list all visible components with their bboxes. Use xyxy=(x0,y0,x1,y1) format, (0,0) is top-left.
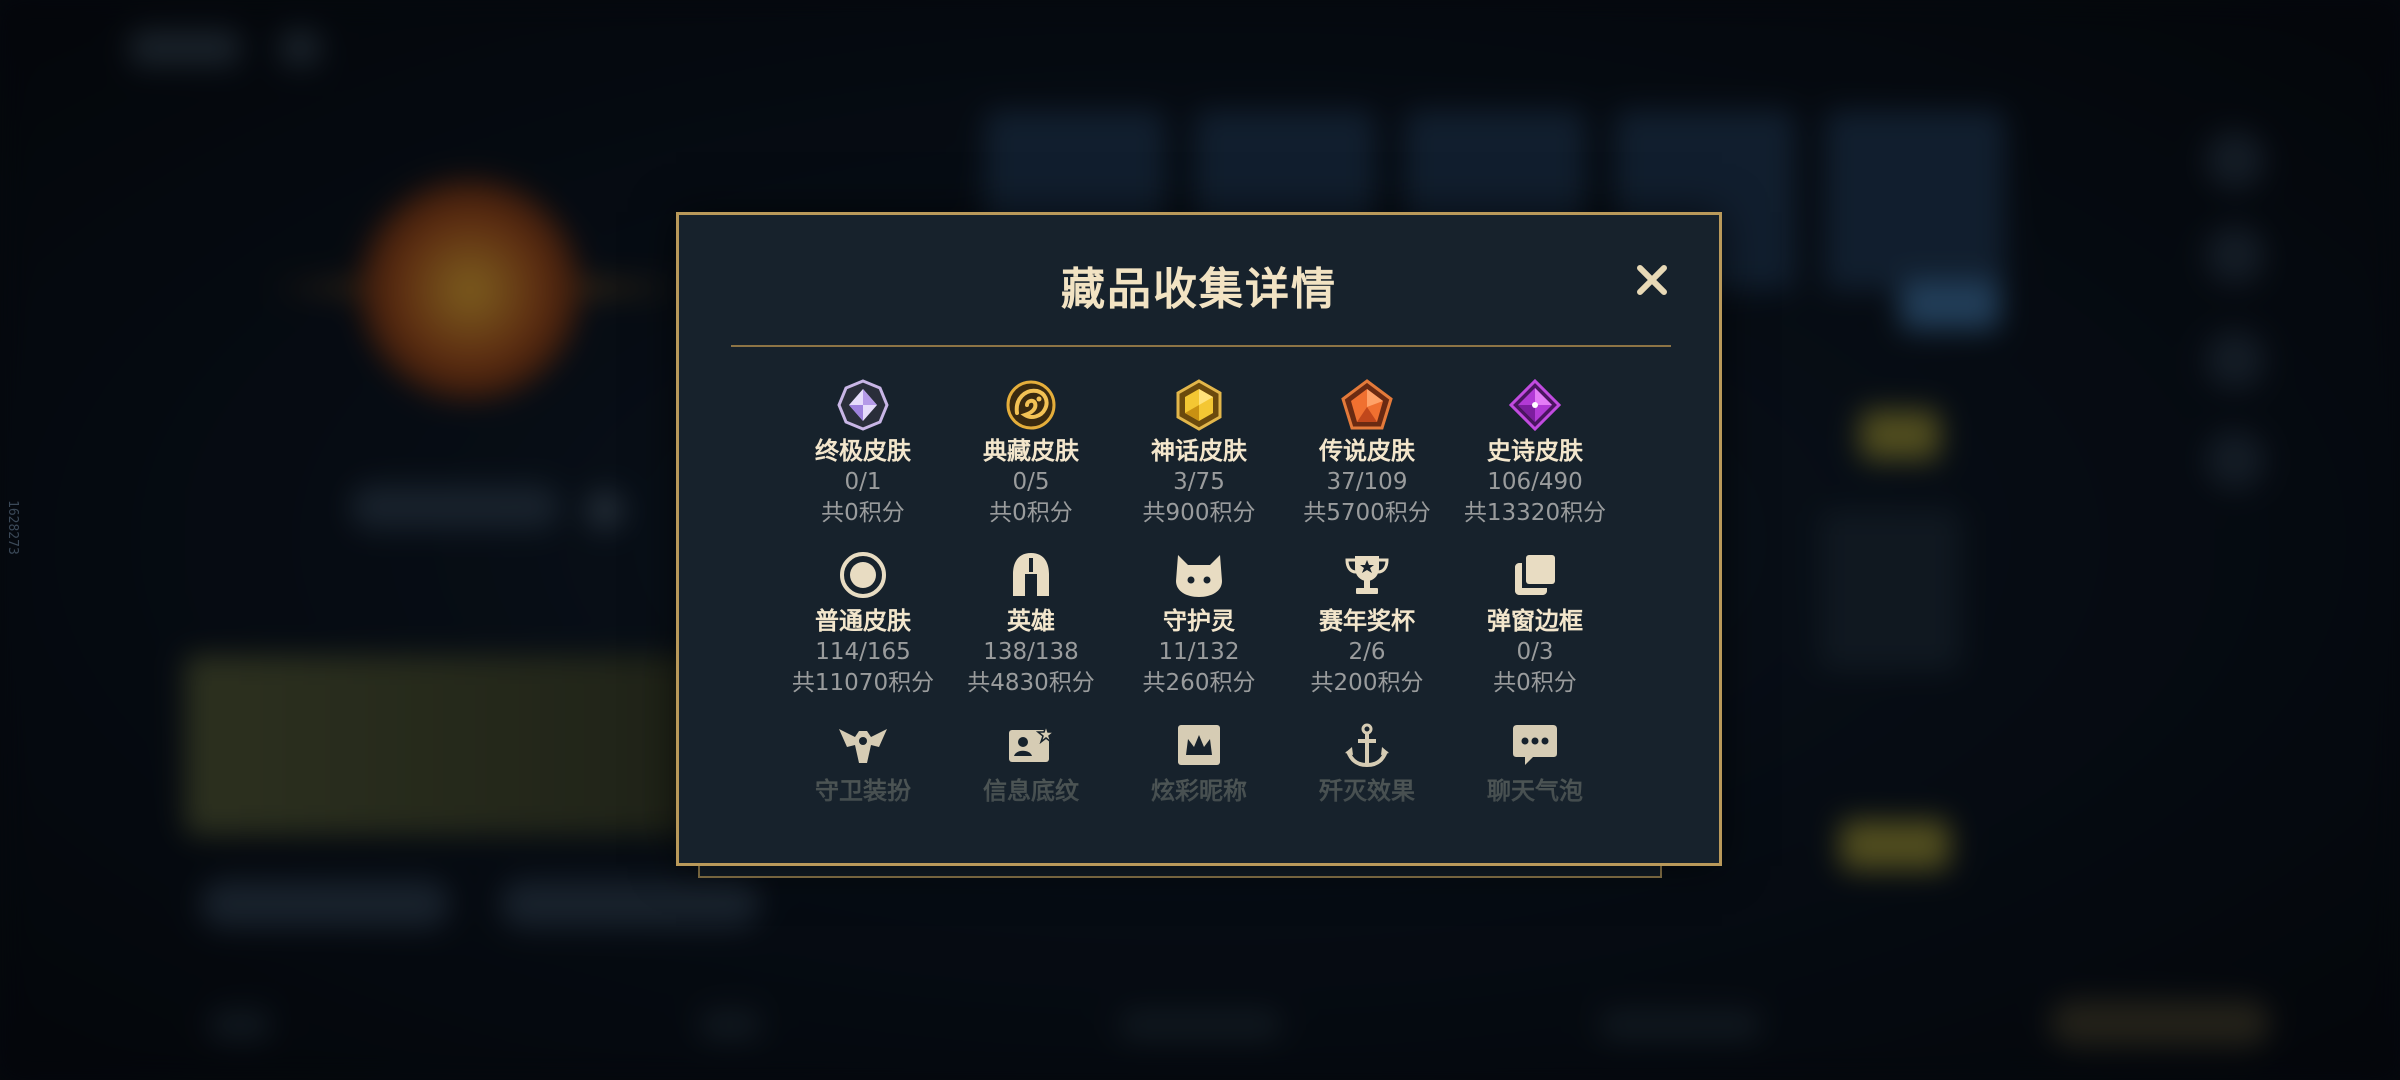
category-count: 0/5 xyxy=(1012,469,1050,495)
normal-skin-ring-icon xyxy=(835,547,891,603)
modal-title: 藏品收集详情 xyxy=(1061,264,1337,315)
category-points: 共900积分 xyxy=(1142,500,1256,526)
category-count: 2/6 xyxy=(1348,639,1386,665)
category-points: 共260积分 xyxy=(1142,670,1256,696)
category-name: 歼灭效果 xyxy=(1319,777,1415,805)
category-hero[interactable]: 英雄 138/138 共4830积分 xyxy=(947,547,1115,699)
category-season-trophy[interactable]: 赛年奖杯 2/6 共200积分 xyxy=(1283,547,1451,699)
category-normal-skin[interactable]: 普通皮肤 114/165 共11070积分 xyxy=(779,547,947,699)
ultimate-skin-gem-icon xyxy=(835,377,891,433)
category-colorful-nickname[interactable]: 炫彩昵称 xyxy=(1115,717,1283,807)
kill-effect-icon xyxy=(1339,717,1395,773)
info-card-icon xyxy=(1003,717,1059,773)
guardian-spirit-icon xyxy=(1171,547,1227,603)
category-name: 赛年奖杯 xyxy=(1319,607,1415,635)
category-count: 11/132 xyxy=(1158,639,1240,665)
category-count: 3/75 xyxy=(1173,469,1225,495)
category-points: 共0积分 xyxy=(821,500,905,526)
colorful-nickname-icon xyxy=(1171,717,1227,773)
category-name: 史诗皮肤 xyxy=(1487,437,1583,465)
category-count: 0/3 xyxy=(1516,639,1554,665)
collection-grid: 终极皮肤 0/1 共0积分 典藏皮肤 0/5 共0积分 神话皮肤 3/75 共9… xyxy=(779,377,1619,807)
category-count: 114/165 xyxy=(815,639,911,665)
collection-details-modal: 藏品收集详情 终极皮肤 0/1 共0积分 典藏皮肤 0/5 共0积分 神话皮肤 … xyxy=(676,212,1722,866)
category-legendary-skin[interactable]: 传说皮肤 37/109 共5700积分 xyxy=(1283,377,1451,529)
category-guardian-spirit[interactable]: 守护灵 11/132 共260积分 xyxy=(1115,547,1283,699)
category-name: 神话皮肤 xyxy=(1151,437,1247,465)
close-icon xyxy=(1637,265,1667,295)
chat-bubble-icon xyxy=(1507,717,1563,773)
category-name: 普通皮肤 xyxy=(815,607,911,635)
category-count: 0/1 xyxy=(844,469,882,495)
category-count: 37/109 xyxy=(1326,469,1408,495)
category-name: 守护灵 xyxy=(1163,607,1235,635)
category-count: 138/138 xyxy=(983,639,1079,665)
category-points: 共13320积分 xyxy=(1463,500,1607,526)
category-chat-bubble[interactable]: 聊天气泡 xyxy=(1451,717,1619,807)
category-name: 英雄 xyxy=(1007,607,1055,635)
popup-frame-icon xyxy=(1507,547,1563,603)
category-points: 共0积分 xyxy=(1493,670,1577,696)
category-collector-skin[interactable]: 典藏皮肤 0/5 共0积分 xyxy=(947,377,1115,529)
category-popup-frame[interactable]: 弹窗边框 0/3 共0积分 xyxy=(1451,547,1619,699)
category-info-card[interactable]: 信息底纹 xyxy=(947,717,1115,807)
category-points: 共4830积分 xyxy=(967,670,1095,696)
category-count: 106/490 xyxy=(1487,469,1583,495)
category-points: 共11070积分 xyxy=(791,670,935,696)
category-name: 聊天气泡 xyxy=(1487,777,1583,805)
close-button[interactable] xyxy=(1629,257,1675,303)
category-points: 共0积分 xyxy=(989,500,1073,526)
collector-skin-dragon-icon xyxy=(1003,377,1059,433)
category-name: 守卫装扮 xyxy=(815,777,911,805)
category-name: 终极皮肤 xyxy=(815,437,911,465)
category-kill-effect[interactable]: 歼灭效果 xyxy=(1283,717,1451,807)
category-epic-skin[interactable]: 史诗皮肤 106/490 共13320积分 xyxy=(1451,377,1619,529)
category-ultimate-skin[interactable]: 终极皮肤 0/1 共0积分 xyxy=(779,377,947,529)
category-name: 弹窗边框 xyxy=(1487,607,1583,635)
side-id-text: 1628273 xyxy=(5,500,20,555)
category-mythic-skin[interactable]: 神话皮肤 3/75 共900积分 xyxy=(1115,377,1283,529)
category-name: 信息底纹 xyxy=(983,777,1079,805)
legendary-skin-gem-icon xyxy=(1339,377,1395,433)
title-divider xyxy=(731,345,1671,347)
screen: 1628273 藏品收集详情 终极皮肤 0/1 共0积分 典藏皮肤 0/5 共0… xyxy=(0,0,2400,1080)
category-points: 共200积分 xyxy=(1310,670,1424,696)
category-ward-skin[interactable]: 守卫装扮 xyxy=(779,717,947,807)
epic-skin-gem-icon xyxy=(1507,377,1563,433)
category-name: 传说皮肤 xyxy=(1319,437,1415,465)
ward-skin-icon xyxy=(835,717,891,773)
mythic-skin-gem-icon xyxy=(1171,377,1227,433)
trophy-icon xyxy=(1339,547,1395,603)
category-points: 共5700积分 xyxy=(1303,500,1431,526)
category-name: 典藏皮肤 xyxy=(983,437,1079,465)
modal-bottom-edge xyxy=(698,866,1662,878)
category-name: 炫彩昵称 xyxy=(1151,777,1247,805)
helmet-icon xyxy=(1003,547,1059,603)
